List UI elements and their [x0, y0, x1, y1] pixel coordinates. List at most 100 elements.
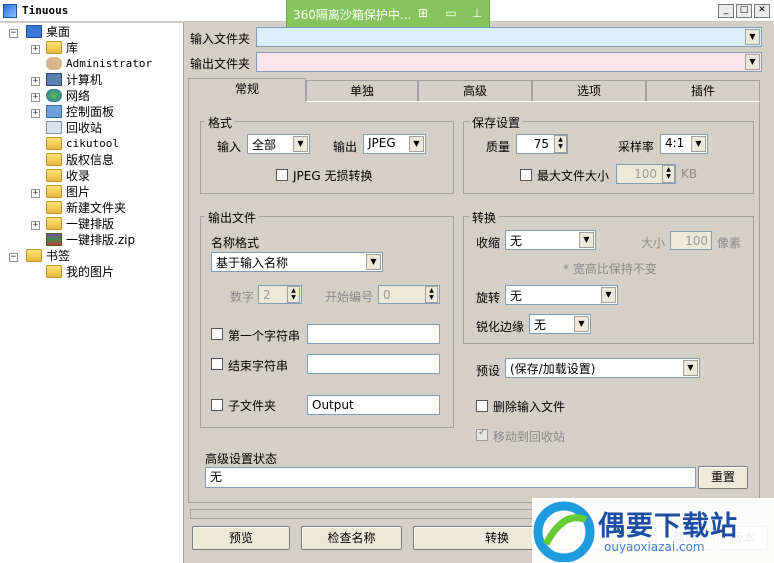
preview-button[interactable]: 预览 — [192, 526, 290, 550]
rotate-label: 旋转 — [476, 291, 501, 305]
tree-item-my-pictures[interactable]: 我的图片 — [46, 264, 176, 280]
tree-item-control-panel[interactable]: 控制面板 — [46, 104, 176, 120]
sampling-select[interactable]: 4:1 ▼ — [660, 134, 708, 154]
minimize-button[interactable]: _ — [718, 4, 734, 18]
tree-item-copyright[interactable]: 版权信息 — [46, 152, 176, 168]
sandbox-pin-icon[interactable]: ⊞ — [415, 6, 431, 20]
tab-options[interactable]: 选项 — [532, 80, 646, 101]
tree-item-network[interactable]: 网络 — [46, 88, 176, 104]
tree-item-one-click-layout[interactable]: 一键排版 — [46, 216, 176, 232]
output-format-label: 输出 — [333, 140, 358, 154]
recycle-bin-icon — [46, 121, 62, 134]
end-string-input[interactable] — [307, 354, 440, 374]
tree-item-administrator[interactable]: Administrator — [46, 56, 176, 72]
chevron-down-icon[interactable]: ▼ — [683, 360, 698, 376]
folder-icon — [46, 217, 62, 230]
advanced-status-label: 高级设置状态 — [205, 452, 278, 466]
quality-spinner[interactable]: ▲ ▼ — [554, 135, 567, 153]
output-folder-combo[interactable]: ▼ — [256, 52, 762, 72]
start-number-spinner[interactable]: ▲ ▼ — [425, 286, 438, 303]
collapse-icon[interactable]: − — [9, 29, 18, 38]
chevron-down-icon[interactable]: ▼ — [745, 54, 760, 70]
check-names-button[interactable]: 检查名称 — [301, 526, 402, 550]
subfolder-label: 子文件夹 — [228, 399, 277, 413]
watermark-title: 偶要下载站 — [598, 511, 738, 542]
shrink-select[interactable]: 无 ▼ — [505, 230, 596, 250]
tab-individual[interactable]: 单独 — [306, 80, 418, 101]
output-format-select[interactable]: JPEG ▼ — [363, 134, 426, 154]
subfolder-input[interactable]: Output — [307, 395, 440, 415]
delete-input-checkbox[interactable] — [476, 400, 488, 412]
subfolder-checkbox[interactable] — [211, 399, 223, 411]
expand-icon[interactable]: + — [31, 109, 40, 118]
tree-item-new-folder[interactable]: 新建文件夹 — [46, 200, 176, 216]
digits-spinner[interactable]: ▲ ▼ — [287, 286, 300, 303]
name-format-label: 名称格式 — [211, 236, 260, 250]
chevron-down-icon[interactable]: ▼ — [745, 29, 760, 45]
tab-general[interactable]: 常规 — [188, 78, 306, 102]
first-string-input[interactable] — [307, 324, 440, 344]
name-format-select[interactable]: 基于输入名称 ▼ — [211, 252, 383, 272]
expand-icon[interactable]: + — [31, 189, 40, 198]
end-string-checkbox[interactable] — [211, 358, 223, 370]
size-input[interactable]: 100 — [670, 231, 712, 250]
preset-label: 预设 — [476, 364, 501, 378]
convert-group-title: 转换 — [469, 209, 500, 226]
maximize-button[interactable]: □ — [736, 4, 752, 18]
input-format-label: 输入 — [217, 140, 242, 154]
bookmark-folder-icon — [26, 249, 42, 262]
lossless-checkbox[interactable] — [276, 169, 288, 181]
input-format-select[interactable]: 全部 ▼ — [247, 134, 310, 154]
chevron-down-icon[interactable]: ▼ — [409, 136, 424, 152]
recycle-checkbox[interactable]: ✓ — [476, 427, 488, 441]
tree-item-zip[interactable]: 一键排版.zip — [46, 232, 176, 248]
window-title: Tinuous — [22, 4, 69, 17]
first-string-checkbox[interactable] — [211, 328, 223, 340]
tab-plugins[interactable]: 插件 — [646, 80, 760, 101]
preset-select[interactable]: (保存/加载设置) ▼ — [505, 358, 700, 378]
tree-item-recycle-bin[interactable]: 回收站 — [46, 120, 176, 136]
save-settings-title: 保存设置 — [469, 114, 524, 131]
sandbox-thumbtack-icon[interactable]: ⊥ — [469, 6, 485, 20]
chevron-down-icon[interactable]: ▼ — [293, 136, 308, 152]
size-label: 大小 — [641, 236, 666, 250]
tree-item-desktop[interactable]: 桌面 — [26, 24, 176, 40]
reset-button[interactable]: 重置 — [698, 466, 748, 489]
folder-icon — [46, 153, 62, 166]
folder-icon — [46, 265, 62, 278]
input-folder-combo[interactable]: ▼ — [256, 27, 762, 47]
tab-advanced[interactable]: 高级 — [418, 80, 532, 101]
tree-item-computer[interactable]: 计算机 — [46, 72, 176, 88]
collapse-icon[interactable]: − — [9, 253, 18, 262]
expand-icon[interactable]: + — [31, 45, 40, 54]
expand-icon[interactable]: + — [31, 93, 40, 102]
chevron-down-icon[interactable]: ▼ — [691, 136, 706, 152]
max-filesize-spinner[interactable]: ▲ ▼ — [662, 165, 675, 183]
chevron-down-icon[interactable]: ▼ — [601, 287, 616, 303]
sharpen-label: 锐化边缘 — [476, 320, 525, 334]
expand-icon[interactable]: + — [31, 77, 40, 86]
rotate-select[interactable]: 无 ▼ — [505, 285, 618, 305]
close-button[interactable]: ✕ — [754, 4, 770, 18]
chevron-down-icon[interactable]: ▼ — [366, 254, 381, 270]
tree-item-bookmarks[interactable]: 书签 — [26, 248, 176, 264]
chevron-down-icon[interactable]: ▼ — [579, 232, 594, 248]
max-filesize-unit: KB — [681, 167, 698, 181]
expand-icon[interactable]: + — [31, 221, 40, 230]
sandbox-folder-icon[interactable]: ▭ — [443, 6, 459, 20]
folder-tree[interactable]: − 桌面 + 库 Administrator + 计算机 + 网络 + 控制面板… — [0, 23, 184, 563]
tree-item-cikutool[interactable]: cikutool — [46, 136, 176, 152]
tree-item-collection[interactable]: 收录 — [46, 168, 176, 184]
desktop-icon — [26, 25, 42, 38]
sharpen-select[interactable]: 无 ▼ — [529, 314, 591, 334]
folder-icon — [46, 137, 62, 150]
folder-icon — [46, 169, 62, 182]
delete-input-label: 删除输入文件 — [493, 400, 566, 414]
lossless-label: JPEG 无损转换 — [293, 169, 373, 183]
digits-label: 数字 — [230, 290, 255, 304]
tree-item-library[interactable]: 库 — [46, 40, 176, 56]
sampling-label: 采样率 — [618, 140, 655, 154]
chevron-down-icon[interactable]: ▼ — [574, 316, 589, 332]
tree-item-pictures[interactable]: 图片 — [46, 184, 176, 200]
max-filesize-checkbox[interactable] — [520, 169, 532, 181]
